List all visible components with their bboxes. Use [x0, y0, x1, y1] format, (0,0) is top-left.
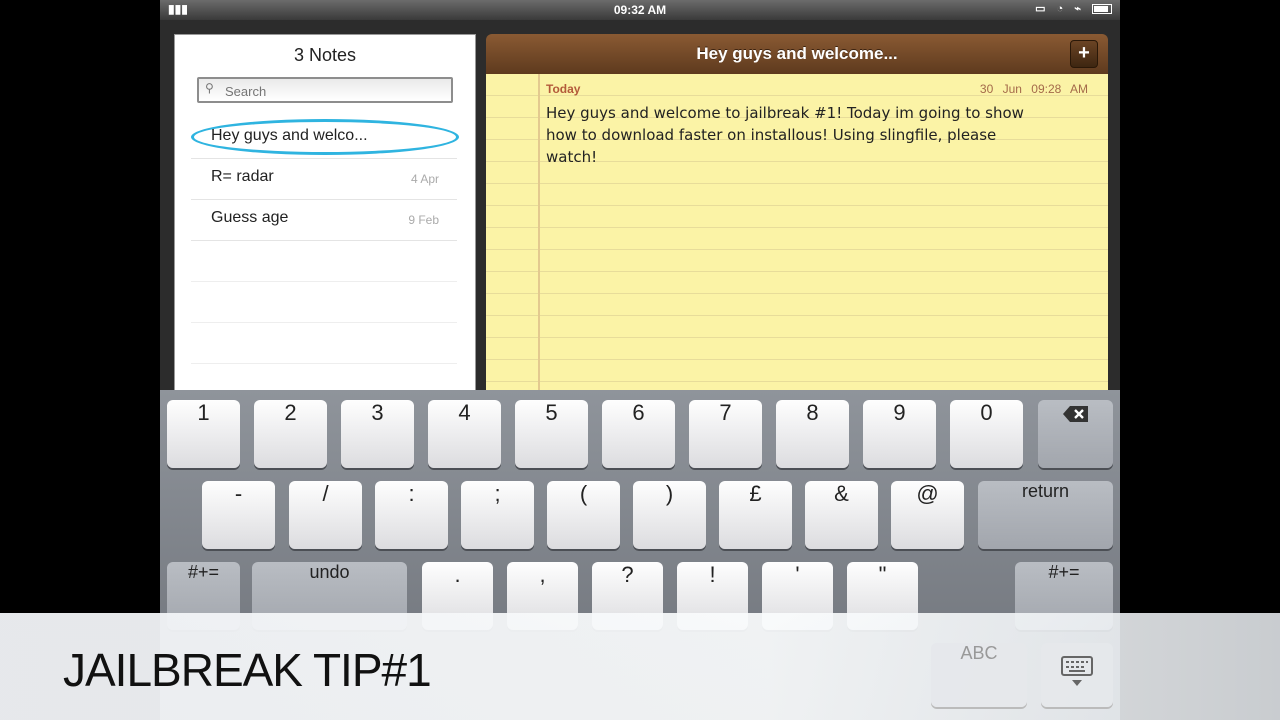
note-time: 09:28 AM [1031, 82, 1088, 96]
note-body-text[interactable]: Hey guys and welcome to jailbreak #1! To… [546, 102, 1046, 168]
search-icon: ⚲ [205, 81, 214, 95]
status-icons: ▭ ◔ ⌁ [1035, 2, 1112, 15]
note-date: 9 Feb [408, 213, 439, 227]
battery-icon [1092, 4, 1112, 15]
list-item[interactable]: R= radar 4 Apr [191, 158, 457, 200]
return-key[interactable]: return [978, 481, 1113, 549]
key-colon[interactable]: : [375, 481, 448, 549]
key-open-paren[interactable]: ( [547, 481, 620, 549]
abc-key[interactable]: ABC [931, 643, 1027, 707]
key-7[interactable]: 7 [689, 400, 762, 468]
note-date: 4 Apr [410, 172, 439, 186]
keyboard-dismiss-key[interactable] [1041, 643, 1113, 707]
key-close-paren[interactable]: ) [633, 481, 706, 549]
divider [191, 322, 457, 323]
key-ampersand[interactable]: & [805, 481, 878, 549]
video-caption-banner: JAILBREAK TIP#1 ABC [0, 613, 1280, 720]
key-8[interactable]: 8 [776, 400, 849, 468]
search-box[interactable]: ⚲ [197, 77, 453, 103]
note-today-label: Today [546, 82, 581, 96]
note-header: Hey guys and welcome... + [486, 34, 1108, 74]
key-5[interactable]: 5 [515, 400, 588, 468]
key-1[interactable]: 1 [167, 400, 240, 468]
divider [191, 281, 457, 282]
key-slash[interactable]: / [289, 481, 362, 549]
key-0[interactable]: 0 [950, 400, 1023, 468]
add-note-button[interactable]: + [1070, 40, 1098, 68]
key-6[interactable]: 6 [602, 400, 675, 468]
note-title: R= radar [211, 168, 274, 185]
note-date: 30 Jun [979, 82, 1022, 96]
note-title: Hey guys and welco... [211, 127, 368, 144]
ipad-screen: ▮▮▮ 09:32 AM ▭ ◔ ⌁ 3 Notes ⚲ Hey guys an… [160, 0, 1120, 720]
caption-text: JAILBREAK TIP#1 [63, 644, 432, 696]
key-hyphen[interactable]: - [202, 481, 275, 549]
list-item[interactable]: Hey guys and welco... [191, 117, 459, 159]
note-header-title: Hey guys and welcome... [696, 44, 898, 63]
key-pound[interactable]: £ [719, 481, 792, 549]
pad-margin-line [538, 74, 540, 390]
list-item[interactable]: Guess age 9 Feb [191, 199, 457, 241]
notes-count-title: 3 Notes [293, 45, 357, 65]
status-time: 09:32 AM [613, 3, 667, 17]
note-pad[interactable]: Today 30 Jun 09:28 AM Hey guys and welco… [486, 74, 1108, 390]
backspace-icon [1062, 406, 1088, 423]
status-bar: ▮▮▮ 09:32 AM ▭ ◔ ⌁ [160, 0, 1120, 20]
key-3[interactable]: 3 [341, 400, 414, 468]
note-datetime: 30 Jun 09:28 AM [980, 82, 1088, 96]
key-semicolon[interactable]: ; [461, 481, 534, 549]
key-at[interactable]: @ [891, 481, 964, 549]
search-input[interactable] [223, 79, 447, 103]
keyboard-dismiss-icon [1061, 656, 1093, 686]
notes-list-panel: 3 Notes ⚲ Hey guys and welco... R= radar… [174, 34, 476, 392]
backspace-key[interactable] [1038, 400, 1113, 468]
key-9[interactable]: 9 [863, 400, 936, 468]
key-2[interactable]: 2 [254, 400, 327, 468]
divider [191, 363, 457, 364]
note-title: Guess age [211, 209, 289, 226]
key-4[interactable]: 4 [428, 400, 501, 468]
